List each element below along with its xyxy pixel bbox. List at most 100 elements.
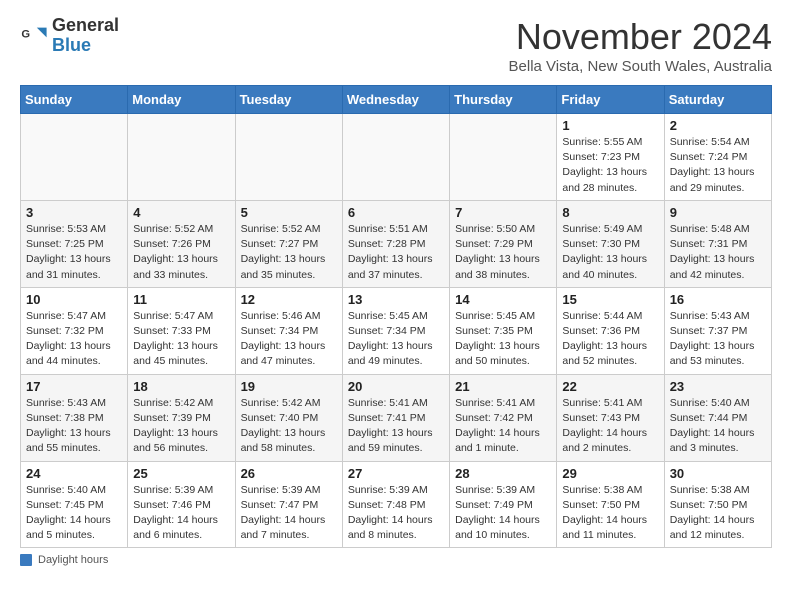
day-info: Sunrise: 5:52 AM Sunset: 7:26 PM Dayligh… (133, 222, 229, 283)
table-row: 19Sunrise: 5:42 AM Sunset: 7:40 PM Dayli… (235, 374, 342, 461)
day-info: Sunrise: 5:43 AM Sunset: 7:38 PM Dayligh… (26, 396, 122, 457)
day-number: 17 (26, 379, 122, 394)
table-row: 13Sunrise: 5:45 AM Sunset: 7:34 PM Dayli… (342, 287, 449, 374)
day-info: Sunrise: 5:41 AM Sunset: 7:42 PM Dayligh… (455, 396, 551, 457)
table-row: 24 Sunrise: 5:40 AM Sunset: 7:45 PM Dayli… (21, 461, 128, 548)
day-info: Sunrise: 5:49 AM Sunset: 7:30 PM Dayligh… (562, 222, 658, 283)
day-info: Sunrise: 5:39 AM Sunset: 7:46 PM Dayligh… (133, 483, 229, 544)
day-number: 3 (26, 205, 122, 220)
day-number: 30 (670, 466, 766, 481)
day-number: 16 (670, 292, 766, 307)
table-row: 8 Sunrise: 5:49 AM Sunset: 7:30 PM Daylig… (557, 200, 664, 287)
day-number: 21 (455, 379, 551, 394)
day-info: Sunrise: 5:52 AM Sunset: 7:27 PM Dayligh… (241, 222, 337, 283)
table-row: 27Sunrise: 5:39 AM Sunset: 7:48 PM Dayli… (342, 461, 449, 548)
table-row: 22Sunrise: 5:41 AM Sunset: 7:43 PM Dayli… (557, 374, 664, 461)
day-info: Sunrise: 5:40 AM Sunset: 7:44 PM Dayligh… (670, 396, 766, 457)
col-monday: Monday (128, 86, 235, 114)
day-number: 26 (241, 466, 337, 481)
table-row (235, 114, 342, 201)
table-row: 2Sunrise: 5:54 AM Sunset: 7:24 PM Daylig… (664, 114, 771, 201)
day-number: 10 (26, 292, 122, 307)
day-number: 25 (133, 466, 229, 481)
day-info: Sunrise: 5:47 AM Sunset: 7:32 PM Dayligh… (26, 309, 122, 370)
table-row: 20 Sunrise: 5:41 AM Sunset: 7:41 PM Dayli… (342, 374, 449, 461)
day-info: Sunrise: 5:55 AM Sunset: 7:23 PM Dayligh… (562, 135, 658, 196)
header: G General Blue November 2024 Bella Vista… (20, 16, 772, 75)
day-number: 29 (562, 466, 658, 481)
table-row: 16 Sunrise: 5:43 AM Sunset: 7:37 PM Dayli… (664, 287, 771, 374)
logo-blue-text: Blue (52, 35, 91, 55)
day-info: Sunrise: 5:42 AM Sunset: 7:39 PM Dayligh… (133, 396, 229, 457)
calendar-header-row: Sunday Monday Tuesday Wednesday Thursday… (21, 86, 772, 114)
calendar-week-row: 1Sunrise: 5:55 AM Sunset: 7:23 PM Daylig… (21, 114, 772, 201)
logo-general-text: General (52, 15, 119, 35)
table-row: 18Sunrise: 5:42 AM Sunset: 7:39 PM Dayli… (128, 374, 235, 461)
col-friday: Friday (557, 86, 664, 114)
table-row: 25 Sunrise: 5:39 AM Sunset: 7:46 PM Dayli… (128, 461, 235, 548)
day-info: Sunrise: 5:47 AM Sunset: 7:33 PM Dayligh… (133, 309, 229, 370)
table-row: 23 Sunrise: 5:40 AM Sunset: 7:44 PM Dayli… (664, 374, 771, 461)
calendar-week-row: 17 Sunrise: 5:43 AM Sunset: 7:38 PM Dayli… (21, 374, 772, 461)
day-info: Sunrise: 5:45 AM Sunset: 7:34 PM Dayligh… (348, 309, 444, 370)
day-number: 24 (26, 466, 122, 481)
table-row: 3 Sunrise: 5:53 AM Sunset: 7:25 PM Daylig… (21, 200, 128, 287)
day-number: 23 (670, 379, 766, 394)
day-number: 8 (562, 205, 658, 220)
day-number: 14 (455, 292, 551, 307)
table-row: 4Sunrise: 5:52 AM Sunset: 7:26 PM Daylig… (128, 200, 235, 287)
location-subtitle: Bella Vista, New South Wales, Australia (509, 58, 772, 75)
day-info: Sunrise: 5:48 AM Sunset: 7:31 PM Dayligh… (670, 222, 766, 283)
day-number: 5 (241, 205, 337, 220)
day-info: Sunrise: 5:41 AM Sunset: 7:41 PM Dayligh… (348, 396, 444, 457)
logo: G General Blue (20, 16, 119, 56)
calendar-table: Sunday Monday Tuesday Wednesday Thursday… (20, 85, 772, 548)
day-info: Sunrise: 5:50 AM Sunset: 7:29 PM Dayligh… (455, 222, 551, 283)
col-sunday: Sunday (21, 86, 128, 114)
table-row: 29 Sunrise: 5:38 AM Sunset: 7:50 PM Dayli… (557, 461, 664, 548)
day-info: Sunrise: 5:42 AM Sunset: 7:40 PM Dayligh… (241, 396, 337, 457)
day-info: Sunrise: 5:39 AM Sunset: 7:47 PM Dayligh… (241, 483, 337, 544)
day-info: Sunrise: 5:46 AM Sunset: 7:34 PM Dayligh… (241, 309, 337, 370)
logo-icon: G (20, 22, 48, 50)
day-number: 22 (562, 379, 658, 394)
col-saturday: Saturday (664, 86, 771, 114)
day-info: Sunrise: 5:38 AM Sunset: 7:50 PM Dayligh… (670, 483, 766, 544)
day-number: 28 (455, 466, 551, 481)
day-number: 27 (348, 466, 444, 481)
day-number: 6 (348, 205, 444, 220)
day-info: Sunrise: 5:45 AM Sunset: 7:35 PM Dayligh… (455, 309, 551, 370)
day-number: 15 (562, 292, 658, 307)
table-row (450, 114, 557, 201)
calendar-week-row: 3 Sunrise: 5:53 AM Sunset: 7:25 PM Daylig… (21, 200, 772, 287)
table-row: 15Sunrise: 5:44 AM Sunset: 7:36 PM Dayli… (557, 287, 664, 374)
day-info: Sunrise: 5:54 AM Sunset: 7:24 PM Dayligh… (670, 135, 766, 196)
day-number: 9 (670, 205, 766, 220)
col-wednesday: Wednesday (342, 86, 449, 114)
title-area: November 2024 Bella Vista, New South Wal… (509, 16, 772, 75)
day-number: 12 (241, 292, 337, 307)
daylight-label: Daylight hours (38, 554, 108, 566)
day-info: Sunrise: 5:53 AM Sunset: 7:25 PM Dayligh… (26, 222, 122, 283)
day-info: Sunrise: 5:43 AM Sunset: 7:37 PM Dayligh… (670, 309, 766, 370)
table-row: 21 Sunrise: 5:41 AM Sunset: 7:42 PM Dayli… (450, 374, 557, 461)
day-info: Sunrise: 5:40 AM Sunset: 7:45 PM Dayligh… (26, 483, 122, 544)
table-row: 10 Sunrise: 5:47 AM Sunset: 7:32 PM Dayli… (21, 287, 128, 374)
footer-note: Daylight hours (20, 554, 772, 566)
table-row: 30 Sunrise: 5:38 AM Sunset: 7:50 PM Dayli… (664, 461, 771, 548)
day-info: Sunrise: 5:51 AM Sunset: 7:28 PM Dayligh… (348, 222, 444, 283)
day-number: 20 (348, 379, 444, 394)
table-row: 26 Sunrise: 5:39 AM Sunset: 7:47 PM Dayli… (235, 461, 342, 548)
day-info: Sunrise: 5:39 AM Sunset: 7:49 PM Dayligh… (455, 483, 551, 544)
col-thursday: Thursday (450, 86, 557, 114)
table-row (128, 114, 235, 201)
day-info: Sunrise: 5:38 AM Sunset: 7:50 PM Dayligh… (562, 483, 658, 544)
table-row: 17 Sunrise: 5:43 AM Sunset: 7:38 PM Dayli… (21, 374, 128, 461)
table-row: 7Sunrise: 5:50 AM Sunset: 7:29 PM Daylig… (450, 200, 557, 287)
table-row: 28 Sunrise: 5:39 AM Sunset: 7:49 PM Dayli… (450, 461, 557, 548)
day-number: 11 (133, 292, 229, 307)
table-row: 6 Sunrise: 5:51 AM Sunset: 7:28 PM Daylig… (342, 200, 449, 287)
table-row: 11 Sunrise: 5:47 AM Sunset: 7:33 PM Dayli… (128, 287, 235, 374)
table-row (21, 114, 128, 201)
table-row: 9 Sunrise: 5:48 AM Sunset: 7:31 PM Daylig… (664, 200, 771, 287)
